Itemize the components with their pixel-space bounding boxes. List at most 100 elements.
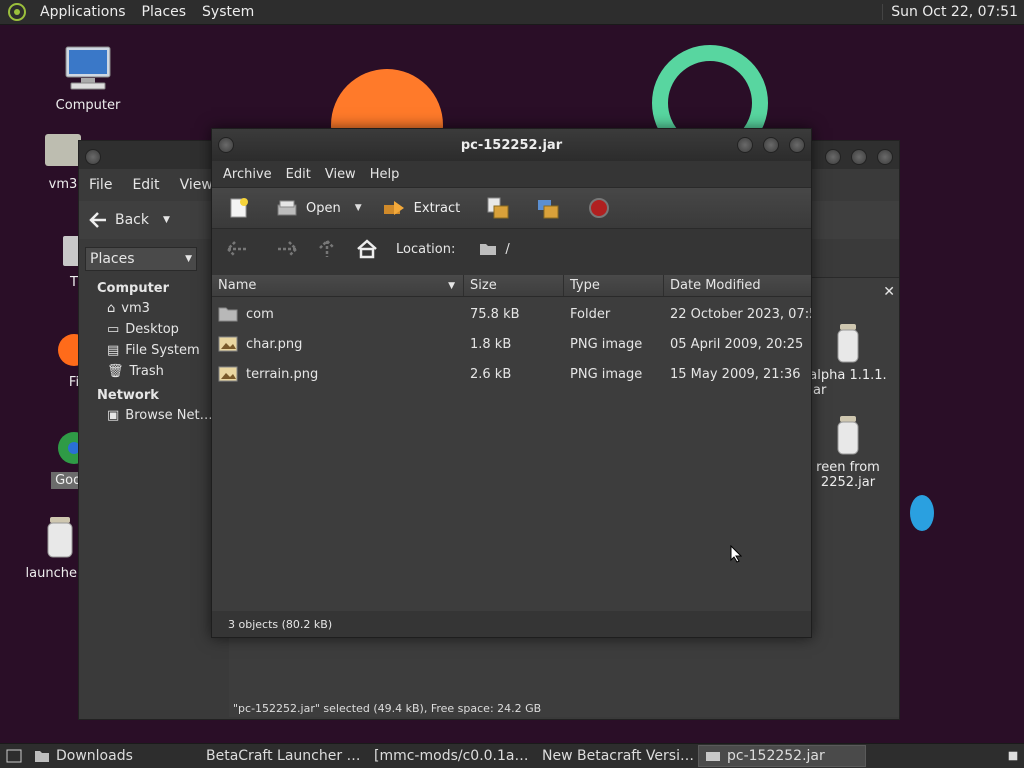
home-icon	[357, 239, 377, 259]
places-selector[interactable]: Places ▼	[85, 247, 197, 271]
window-close-button[interactable]	[85, 149, 101, 165]
desktop-icon-computer[interactable]: Computer	[38, 45, 138, 114]
sidebar-item-browse-network[interactable]: ▣ Browse Net…	[79, 405, 229, 426]
menu-edit[interactable]: Edit	[279, 167, 318, 182]
file-item-label: alpha 1.1.1.	[809, 368, 887, 383]
cell-name: char.png	[212, 336, 464, 352]
column-header-type[interactable]: Type	[564, 275, 664, 296]
task-label: BetaCraft Launcher …	[206, 748, 361, 764]
new-document-icon	[230, 198, 248, 218]
window-maximize-button[interactable]	[851, 149, 867, 165]
location-path: /	[505, 241, 510, 257]
sidebar-item-trash[interactable]: 🗑 Trash	[79, 361, 229, 382]
task-archive-manager[interactable]: pc-152252.jar	[698, 745, 866, 767]
menu-help[interactable]: Help	[363, 167, 407, 182]
task-downloads[interactable]: Downloads	[28, 745, 194, 767]
archive-manager-window: pc-152252.jar Archive Edit View Help Ope…	[211, 128, 812, 638]
file-item-jar[interactable]: alpha 1.1.1. ar	[803, 322, 893, 398]
cell-date: 05 April 2009, 20:25	[670, 336, 804, 352]
task-betacraft-launcher[interactable]: BetaCraft Launcher …	[194, 745, 362, 767]
task-new-betacraft[interactable]: New Betacraft Versi…	[530, 745, 698, 767]
add-folder-button[interactable]	[530, 193, 566, 223]
window-minimize-button[interactable]	[737, 137, 753, 153]
workspace-icon	[1008, 751, 1018, 761]
home-button[interactable]	[352, 234, 382, 264]
show-desktop-button[interactable]	[0, 745, 28, 767]
mouse-pointer-icon	[730, 545, 742, 563]
sidebar-item-vm3[interactable]: ⌂ vm3	[79, 298, 229, 319]
window-menu-button[interactable]	[218, 137, 234, 153]
table-row[interactable]: com 75.8 kB Folder 22 October 2023, 07:5…	[212, 299, 811, 329]
column-header-label: Type	[570, 278, 600, 293]
stop-button[interactable]	[582, 193, 616, 223]
arrow-left-icon	[89, 212, 106, 228]
toolbar: Open ▼ Extract	[212, 187, 811, 229]
back-button[interactable]: Back ▼	[89, 212, 170, 228]
extract-button[interactable]: Extract	[376, 193, 467, 223]
forward-button[interactable]	[272, 234, 302, 264]
applications-menu[interactable]: Applications	[32, 4, 134, 20]
open-button[interactable]: Open	[270, 193, 347, 223]
status-bar: "pc-152252.jar" selected (49.4 kB), Free…	[233, 702, 542, 715]
close-pane-icon[interactable]: ✕	[883, 284, 895, 300]
column-header-name[interactable]: Name ▼	[212, 275, 464, 296]
new-archive-button[interactable]	[222, 193, 256, 223]
window-close-button[interactable]	[877, 149, 893, 165]
sidebar-heading-network: Network	[97, 388, 159, 403]
sidebar-item-file-system[interactable]: ▤ File System	[79, 340, 229, 361]
window-maximize-button[interactable]	[763, 137, 779, 153]
system-menu[interactable]: System	[194, 4, 262, 20]
extract-button-label: Extract	[413, 200, 461, 216]
desktop-icon: ▭	[107, 322, 120, 337]
column-header-size[interactable]: Size	[464, 275, 564, 296]
menu-edit[interactable]: Edit	[122, 177, 169, 193]
folder-icon	[218, 307, 238, 322]
extract-icon	[383, 201, 404, 215]
workspace-switcher[interactable]	[1002, 745, 1024, 767]
open-archive-icon	[277, 200, 297, 216]
clock[interactable]: Sun Oct 22, 07:51	[882, 4, 1024, 20]
status-bar: 3 objects (80.2 kB)	[212, 611, 811, 637]
location-field[interactable]: /	[465, 235, 765, 263]
location-label: Location:	[396, 241, 456, 257]
sidebar-heading-computer: Computer	[97, 281, 170, 296]
places-menu[interactable]: Places	[134, 4, 195, 20]
home-icon: ⌂	[107, 301, 116, 316]
window-close-button[interactable]	[789, 137, 805, 153]
sidebar-item-label: vm3	[121, 301, 150, 316]
menu-archive[interactable]: Archive	[216, 167, 279, 182]
taskbar: Downloads BetaCraft Launcher … [mmc-mods…	[0, 743, 1024, 768]
cell-size: 2.6 kB	[470, 366, 512, 382]
column-header-label: Name	[218, 278, 257, 293]
open-menu-arrow[interactable]: ▼	[355, 203, 368, 213]
back-button-label: Back	[115, 212, 149, 228]
sidebar-item-desktop[interactable]: ▭ Desktop	[79, 319, 229, 340]
menu-view[interactable]: View	[318, 167, 363, 182]
column-header-date-modified[interactable]: Date Modified	[664, 275, 811, 296]
file-item-label: reen from	[816, 460, 880, 475]
file-list: Name ▼ Size Type Date Modified com 75.8 …	[212, 275, 811, 613]
chevron-down-icon[interactable]: ▼	[163, 215, 170, 225]
back-button[interactable]	[222, 234, 252, 264]
jar-file-icon	[837, 416, 859, 455]
jar-file-icon	[837, 324, 859, 363]
menu-file[interactable]: File	[79, 177, 122, 193]
sidebar-item-label: Trash	[129, 364, 164, 379]
menu-bar: File Edit View	[79, 173, 223, 197]
task-label: [mmc-mods/c0.0.1a…	[374, 748, 529, 764]
distro-logo-icon[interactable]	[6, 1, 28, 23]
sidebar-item-label: Desktop	[125, 322, 179, 337]
window-minimize-button[interactable]	[825, 149, 841, 165]
cell-size: 75.8 kB	[470, 306, 520, 322]
window-titlebar[interactable]: pc-152252.jar	[212, 129, 811, 161]
task-chrome[interactable]: [mmc-mods/c0.0.1a…	[362, 745, 530, 767]
table-row[interactable]: char.png 1.8 kB PNG image 05 April 2009,…	[212, 329, 811, 359]
file-item-jar[interactable]: reen from 2252.jar	[803, 414, 893, 490]
up-button[interactable]	[312, 234, 342, 264]
menu-bar: Archive Edit View Help	[212, 161, 811, 187]
add-files-button[interactable]	[480, 193, 516, 223]
table-row[interactable]: terrain.png 2.6 kB PNG image 15 May 2009…	[212, 359, 811, 389]
archive-icon	[706, 752, 720, 761]
arrow-up-icon	[319, 239, 335, 257]
chevron-down-icon: ▼	[185, 254, 192, 264]
